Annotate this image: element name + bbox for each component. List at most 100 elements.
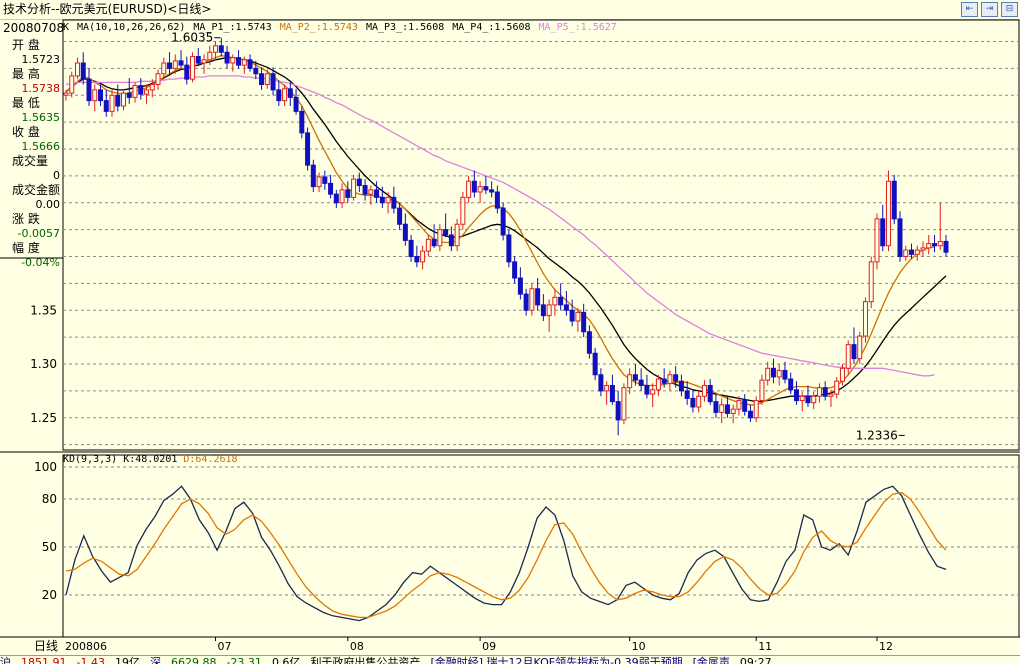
- candle: [885, 170, 891, 252]
- candle-body: [845, 344, 851, 369]
- x-tick-label: 08: [350, 640, 364, 653]
- candle: [581, 303, 587, 338]
- candle: [431, 224, 437, 248]
- candle-body: [655, 378, 661, 391]
- info-item: MA_P2_:1.5743: [279, 22, 358, 33]
- candle: [770, 358, 776, 384]
- candle-body: [793, 389, 799, 402]
- candle: [903, 245, 909, 261]
- candle-body: [385, 196, 391, 204]
- candle-body: [224, 51, 230, 64]
- candle: [529, 283, 535, 316]
- candle: [535, 278, 541, 311]
- candle-body: [316, 176, 322, 188]
- candle-body: [207, 51, 213, 61]
- candle-body: [609, 385, 615, 403]
- candle-body: [299, 110, 305, 134]
- candle-body: [282, 88, 288, 102]
- candle: [155, 69, 161, 90]
- candle-body: [753, 400, 759, 419]
- candle: [897, 211, 903, 262]
- candle-body: [454, 223, 460, 247]
- candle-body: [581, 311, 587, 333]
- candle: [569, 299, 575, 327]
- candle-body: [546, 304, 552, 317]
- candle-body: [799, 395, 805, 402]
- candle: [98, 84, 104, 106]
- candle-body: [667, 374, 673, 384]
- candle-body: [937, 240, 943, 247]
- kd-line-k: [65, 485, 947, 622]
- candle-body: [805, 395, 811, 404]
- candle-body: [425, 238, 431, 252]
- candle-body: [339, 189, 345, 204]
- candle: [517, 267, 523, 300]
- candle-body: [586, 331, 592, 354]
- candle: [109, 89, 115, 117]
- candle-body: [540, 304, 546, 317]
- candle-body: [184, 64, 190, 80]
- candle-body: [218, 45, 224, 53]
- candle: [460, 192, 466, 230]
- candle-body: [621, 387, 627, 421]
- candle: [437, 224, 443, 252]
- candle-body: [402, 223, 408, 241]
- candle: [299, 106, 305, 139]
- candle: [713, 394, 719, 418]
- candle-body: [471, 180, 477, 193]
- candle-body: [529, 288, 535, 311]
- candle-body: [379, 196, 385, 204]
- candle-body: [500, 207, 506, 236]
- candle: [322, 170, 328, 190]
- candle: [598, 368, 604, 397]
- candle-body: [109, 94, 115, 112]
- candle-body: [236, 57, 242, 66]
- x-axis-period-label: 日线: [34, 639, 58, 653]
- candle: [834, 376, 840, 399]
- candle-body: [466, 180, 472, 198]
- candle: [845, 340, 851, 375]
- candle-body: [443, 229, 449, 236]
- candle-body: [270, 73, 276, 91]
- candle-body: [776, 369, 782, 378]
- x-tick-label: 10: [632, 640, 646, 653]
- kd-info-line: KD(9,3,3) K:48.0201 D:64.2618: [63, 454, 244, 465]
- candle-body: [874, 218, 880, 263]
- ma-info-line: K MA(10,10,26,26,62) MA_P1_:1.5743 MA_P2_:1…: [63, 22, 625, 33]
- candle-body: [92, 89, 98, 102]
- candle: [224, 45, 230, 69]
- candle-body: [851, 344, 857, 360]
- candle-body: [437, 229, 443, 247]
- candle: [707, 379, 713, 405]
- candle-body: [253, 67, 259, 75]
- kd-y-tick-label: 80: [42, 492, 57, 506]
- x-tick-label: 09: [482, 640, 496, 653]
- candle: [891, 174, 897, 225]
- candle: [868, 256, 874, 309]
- candle-body: [517, 277, 523, 295]
- candle: [512, 256, 518, 284]
- candle: [793, 381, 799, 405]
- candle-body: [788, 378, 794, 391]
- candle: [776, 364, 782, 386]
- candle-body: [558, 296, 564, 306]
- candle-body: [891, 180, 897, 220]
- candle-body: [868, 261, 874, 303]
- candle: [759, 374, 765, 405]
- candle: [914, 245, 920, 261]
- candle: [811, 391, 817, 410]
- candle-body: [494, 191, 500, 209]
- candle-body: [362, 185, 368, 195]
- candle-body: [575, 311, 581, 322]
- kd-y-tick-label: 50: [42, 540, 57, 554]
- main-y-tick-label: 1.35: [30, 303, 57, 317]
- candle-body: [592, 352, 598, 376]
- candle-body: [356, 178, 362, 187]
- candle-body: [397, 207, 403, 225]
- candle-body: [310, 164, 316, 188]
- candle: [178, 50, 184, 69]
- candle: [362, 179, 368, 201]
- info-item: K:48.0201: [123, 454, 178, 465]
- candle-body: [897, 218, 903, 257]
- candle-body: [460, 196, 466, 225]
